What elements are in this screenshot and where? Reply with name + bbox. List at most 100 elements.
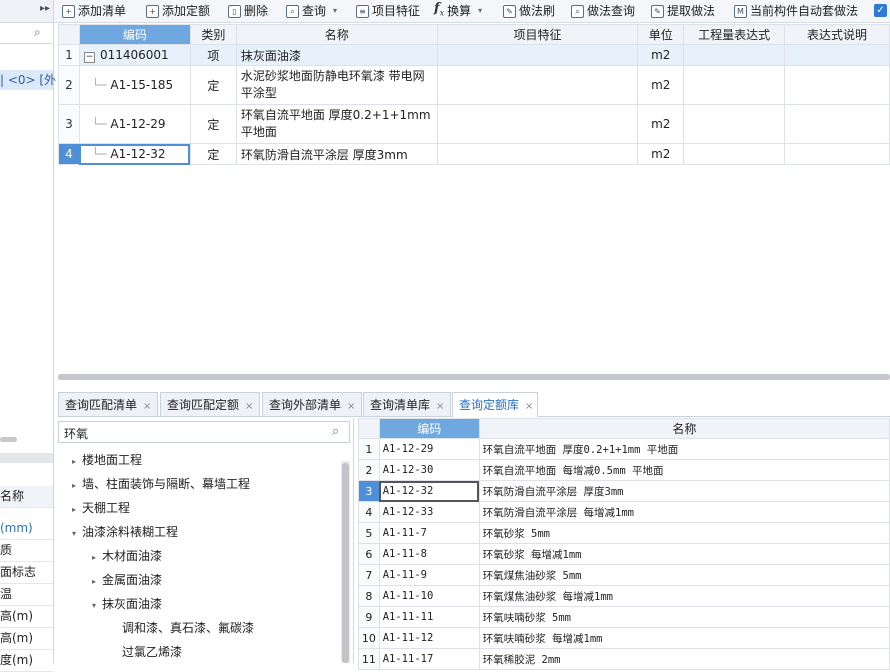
- left-scrollbar[interactable]: [0, 437, 17, 442]
- name-cell[interactable]: 抹灰面油漆: [235, 44, 438, 66]
- tab-match-list[interactable]: 查询匹配清单 ×: [58, 392, 158, 416]
- tree-node[interactable]: ▸ 金属面油漆: [92, 568, 162, 592]
- feature-cell[interactable]: [436, 104, 639, 144]
- code-cell[interactable]: A1-12-29: [378, 438, 480, 460]
- table-row[interactable]: 5 A1-11-7 环氧砂浆 5mm: [358, 522, 890, 544]
- feature-cell[interactable]: [436, 65, 639, 105]
- add-list-button[interactable]: + 添加清单: [62, 0, 126, 22]
- tree-search-input[interactable]: 环氧 ⌕: [58, 421, 350, 443]
- left-list-item[interactable]: 高(m): [0, 628, 53, 650]
- method-query-button[interactable]: ⌕ 做法查询: [571, 0, 635, 22]
- expand-icon[interactable]: ▸: [72, 498, 82, 522]
- expression-desc-cell[interactable]: [784, 65, 890, 105]
- expression-cell[interactable]: [683, 104, 786, 144]
- left-list-item[interactable]: 质: [0, 540, 53, 562]
- search-icon[interactable]: ⌕: [332, 424, 339, 439]
- auto-apply-button[interactable]: M 当前构件自动套做法: [734, 0, 858, 22]
- column-header-expression[interactable]: 工程量表达式: [683, 24, 786, 45]
- left-list-item[interactable]: (mm): [0, 518, 53, 540]
- left-list-item[interactable]: 度(m): [0, 650, 53, 672]
- column-header-code[interactable]: 编码: [78, 24, 191, 45]
- checkbox-icon[interactable]: ✓: [874, 4, 887, 17]
- table-row[interactable]: 2 A1-12-30 环氧自流平地面 每增减0.5mm 平地面: [358, 459, 890, 481]
- type-cell[interactable]: 项: [189, 44, 237, 66]
- table-row[interactable]: 7 A1-11-9 环氧煤焦油砂浆 5mm: [358, 564, 890, 586]
- table-row[interactable]: 3 └─ A1-12-29 定 环氧自流平地面 厚度0.2+1+1mm 平地面 m…: [58, 104, 890, 144]
- tree-scrollbar-thumb[interactable]: [342, 463, 349, 663]
- code-cell[interactable]: A1-11-17: [378, 648, 480, 670]
- extract-method-button[interactable]: ✎ 提取做法: [651, 0, 715, 22]
- name-cell[interactable]: 环氧呋喃砂浆 5mm: [478, 606, 890, 628]
- tree-node[interactable]: 调和漆、真石漆、氟碳漆: [122, 616, 254, 640]
- close-icon[interactable]: ×: [245, 401, 253, 412]
- code-cell[interactable]: −011406001: [78, 44, 191, 66]
- column-header-feature[interactable]: 项目特征: [436, 24, 639, 45]
- close-icon[interactable]: ×: [347, 401, 355, 412]
- code-cell[interactable]: A1-11-7: [378, 522, 480, 544]
- tree-node[interactable]: ▾ 抹灰面油漆: [92, 592, 162, 616]
- tree-node[interactable]: 过氯乙烯漆: [122, 640, 182, 664]
- code-cell[interactable]: A1-11-11: [378, 606, 480, 628]
- expression-cell[interactable]: [683, 65, 786, 105]
- code-cell[interactable]: └─ A1-12-32: [78, 143, 191, 165]
- expand-icon[interactable]: ▸: [92, 570, 102, 594]
- left-list-item[interactable]: 高(m): [0, 606, 53, 628]
- left-list-item[interactable]: 面标志: [0, 562, 53, 584]
- left-search-input[interactable]: ⌕: [0, 24, 52, 44]
- name-cell[interactable]: 环氧自流平地面 厚度0.2+1+1mm 平地面: [478, 438, 890, 460]
- expression-desc-cell[interactable]: [784, 104, 890, 144]
- convert-button[interactable]: fx 换算 ▾: [434, 0, 482, 22]
- column-header-expression-desc[interactable]: 表达式说明: [784, 24, 890, 45]
- table-row[interactable]: 10 A1-11-12 环氧呋喃砂浆 每增减1mm: [358, 627, 890, 649]
- table-row[interactable]: 4 A1-12-33 环氧防滑自流平涂层 每增减1mm: [358, 501, 890, 523]
- name-cell[interactable]: 环氧砂浆 5mm: [478, 522, 890, 544]
- feature-button[interactable]: ≡ 项目特征: [356, 0, 420, 22]
- code-cell[interactable]: A1-11-12: [378, 627, 480, 649]
- column-header-name[interactable]: 名称: [235, 24, 438, 45]
- expression-cell[interactable]: [683, 44, 786, 66]
- tree-node[interactable]: ▸ 楼地面工程: [72, 448, 142, 472]
- code-cell[interactable]: A1-11-8: [378, 543, 480, 565]
- left-selected-row[interactable]: | <0> [外: [0, 70, 56, 90]
- name-cell[interactable]: 环氧砂浆 每增减1mm: [478, 543, 890, 565]
- expression-cell[interactable]: [683, 143, 786, 165]
- tree-node[interactable]: ▾ 油漆涂料裱糊工程: [72, 520, 178, 544]
- table-row[interactable]: 1 A1-12-29 环氧自流平地面 厚度0.2+1+1mm 平地面: [358, 438, 890, 460]
- tab-quota-library[interactable]: 查询定额库 ×: [452, 392, 538, 417]
- method-brush-button[interactable]: ✎ 做法刷: [503, 0, 555, 22]
- table-row[interactable]: 3 A1-12-32 环氧防滑自流平涂层 厚度3mm: [358, 480, 890, 502]
- name-cell[interactable]: 环氧防滑自流平涂层 每增减1mm: [478, 501, 890, 523]
- close-icon[interactable]: ×: [436, 401, 444, 412]
- name-cell[interactable]: 环氧呋喃砂浆 每增减1mm: [478, 627, 890, 649]
- unit-cell[interactable]: m2: [637, 65, 685, 105]
- name-cell[interactable]: 环氧煤焦油砂浆 5mm: [478, 564, 890, 586]
- name-cell[interactable]: 环氧防滑自流平涂层 厚度3mm: [235, 143, 438, 165]
- expression-desc-cell[interactable]: [784, 143, 890, 165]
- code-cell[interactable]: A1-12-30: [378, 459, 480, 481]
- table-row[interactable]: 9 A1-11-11 环氧呋喃砂浆 5mm: [358, 606, 890, 628]
- expand-icon[interactable]: ▸: [72, 474, 82, 498]
- name-cell[interactable]: 环氧煤焦油砂浆 每增减1mm: [478, 585, 890, 607]
- feature-cell[interactable]: [436, 44, 639, 66]
- name-cell[interactable]: 环氧防滑自流平涂层 厚度3mm: [478, 480, 890, 502]
- expand-icon[interactable]: ▸: [72, 450, 82, 474]
- column-header-type[interactable]: 类别: [189, 24, 237, 45]
- tab-external-list[interactable]: 查询外部清单 ×: [262, 392, 362, 416]
- delete-button[interactable]: ▯ 删除: [228, 0, 268, 22]
- left-list-item[interactable]: 温: [0, 584, 53, 606]
- code-cell[interactable]: └─ A1-12-29: [78, 104, 191, 144]
- table-row[interactable]: 11 A1-11-17 环氧稀胶泥 2mm: [358, 648, 890, 670]
- close-icon[interactable]: ×: [143, 401, 151, 412]
- search-icon[interactable]: ⌕: [34, 25, 41, 40]
- unit-cell[interactable]: m2: [637, 143, 685, 165]
- table-row[interactable]: 1 −011406001 项 抹灰面油漆 m2: [58, 44, 890, 66]
- table-row[interactable]: 6 A1-11-8 环氧砂浆 每增减1mm: [358, 543, 890, 565]
- column-header-unit[interactable]: 单位: [637, 24, 685, 45]
- name-cell[interactable]: 环氧稀胶泥 2mm: [478, 648, 890, 670]
- code-cell[interactable]: A1-11-10: [378, 585, 480, 607]
- code-cell[interactable]: A1-12-32: [378, 480, 480, 502]
- close-icon[interactable]: ×: [525, 401, 533, 412]
- unit-cell[interactable]: m2: [637, 44, 685, 66]
- tree-node[interactable]: ▸ 木材面油漆: [92, 544, 162, 568]
- type-cell[interactable]: 定: [189, 104, 237, 144]
